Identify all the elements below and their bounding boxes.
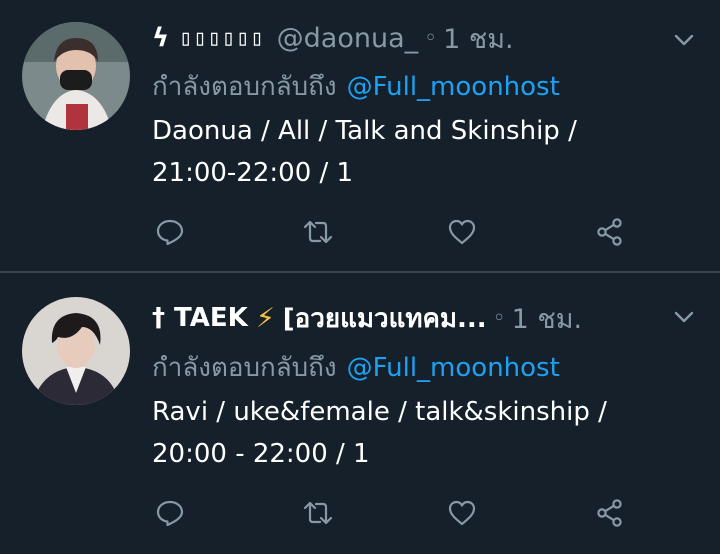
tweet[interactable]: ϟ ▯▯▯▯▯▯ @daonua_ ◦ 1 ชม. กำลังตอบกลับถึ… — [0, 0, 720, 272]
chevron-down-icon[interactable] — [672, 28, 696, 52]
mention-link[interactable]: @Full_moonhost — [347, 353, 560, 383]
display-name-glyphs[interactable]: ▯▯▯▯▯▯ — [179, 26, 264, 51]
reply-icon[interactable] — [152, 495, 188, 531]
avatar[interactable] — [22, 22, 130, 130]
tweet-text-line: 20:00 - 22:00 / 1 — [152, 439, 370, 469]
avatar[interactable] — [22, 297, 130, 405]
replying-to-label: กำลังตอบกลับถึง — [152, 72, 337, 102]
separator-dot: ◦ — [424, 25, 438, 51]
chevron-down-icon[interactable] — [672, 305, 696, 329]
replying-to: กำลังตอบกลับถึง @Full_moonhost — [152, 347, 560, 388]
share-icon[interactable] — [592, 214, 628, 250]
tweet-text-line: Daonua / All / Talk and Skinship / — [152, 116, 577, 146]
tweet-text-line: 21:00-22:00 / 1 — [152, 158, 354, 188]
display-name[interactable]: † TAEK — [152, 303, 248, 333]
heart-icon[interactable] — [444, 495, 480, 531]
tweet-text: Ravi / uke&female / talk&skinship / 20:0… — [152, 391, 692, 475]
separator-dot: ◦ — [492, 305, 506, 331]
retweet-icon[interactable] — [300, 495, 336, 531]
handle[interactable]: @daonua_ — [277, 23, 418, 54]
share-icon[interactable] — [592, 495, 628, 531]
timestamp[interactable]: 1 ชม. — [443, 17, 513, 60]
display-name-suffix[interactable]: [อวยแมวแทคม... — [283, 298, 487, 339]
replying-to: กำลังตอบกลับถึง @Full_moonhost — [152, 66, 560, 107]
heart-icon[interactable] — [444, 214, 480, 250]
action-bar — [152, 495, 652, 535]
reply-icon[interactable] — [152, 214, 188, 250]
retweet-icon[interactable] — [300, 214, 336, 250]
mention-link[interactable]: @Full_moonhost — [347, 72, 560, 102]
tweet-header: † TAEK ⚡ [อวยแมวแทคม... ◦ 1 ชม. — [152, 298, 582, 338]
tweet-text-line: Ravi / uke&female / talk&skinship / — [152, 397, 607, 427]
display-name[interactable]: ϟ — [152, 23, 169, 53]
timestamp[interactable]: 1 ชม. — [512, 297, 582, 340]
tweet-text: Daonua / All / Talk and Skinship / 21:00… — [152, 110, 692, 194]
lightning-icon: ⚡ — [255, 302, 275, 334]
tweet[interactable]: † TAEK ⚡ [อวยแมวแทคม... ◦ 1 ชม. กำลังตอบ… — [0, 273, 720, 554]
action-bar — [152, 214, 652, 254]
tweet-header: ϟ ▯▯▯▯▯▯ @daonua_ ◦ 1 ชม. — [152, 18, 514, 58]
replying-to-label: กำลังตอบกลับถึง — [152, 353, 337, 383]
